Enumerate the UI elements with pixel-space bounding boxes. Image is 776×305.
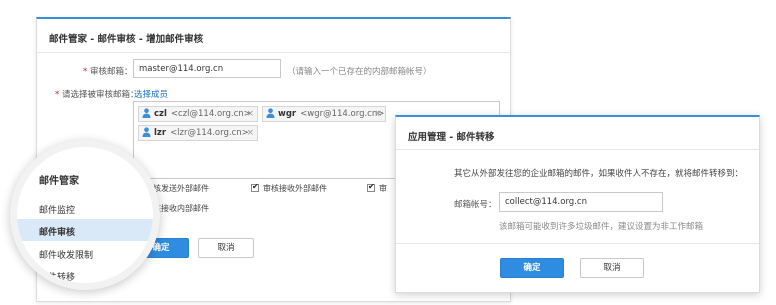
account-hint: 该邮箱可能收到许多垃圾邮件，建议设置为非工作邮箱 xyxy=(499,222,704,232)
transfer-cancel-button[interactable]: 取消 xyxy=(580,258,644,278)
auditor-email-field[interactable]: master@114.org.cn xyxy=(133,59,281,78)
checkbox-audit-partial[interactable]: 审 xyxy=(367,182,387,194)
auditor-label: 审核邮箱： xyxy=(89,67,133,77)
remove-member-icon[interactable]: × xyxy=(246,107,254,121)
cancel-button[interactable]: 取消 xyxy=(198,238,254,258)
sidebar-item-mail-audit[interactable]: 邮件审核 xyxy=(17,219,153,241)
checkbox-icon[interactable] xyxy=(367,182,375,192)
member-chip[interactable]: lzr <lzr@114.org.cn> × xyxy=(138,125,258,141)
mail-transfer-title: 应用管理 - 邮件转移 xyxy=(396,117,759,150)
members-label: 请选择被审核邮箱： xyxy=(61,90,139,100)
transfer-confirm-button[interactable]: 确定 xyxy=(500,258,564,278)
sidebar-magnifier: 邮件管家 邮件监控 邮件审核 邮件收发限制 邮件转移 xyxy=(10,140,160,290)
sidebar-item-send-receive-limit[interactable]: 邮件收发限制 xyxy=(17,242,153,264)
divider xyxy=(396,243,759,244)
remove-member-icon[interactable]: × xyxy=(374,107,382,121)
members-label-row: * 请选择被审核邮箱： xyxy=(55,90,139,100)
user-icon xyxy=(142,108,151,118)
member-chip[interactable]: czl <czl@114.org.cn> × xyxy=(138,106,258,122)
sidebar-item-mail-monitor[interactable]: 邮件监控 xyxy=(17,197,153,219)
checkbox-icon[interactable] xyxy=(251,182,259,192)
user-icon xyxy=(266,108,275,118)
account-label: 邮箱帐号： xyxy=(454,200,497,210)
checkbox-audit-receive-external[interactable]: 审核接收外部邮件 xyxy=(251,182,327,194)
transfer-description: 其它从外部发往您的企业邮箱的邮件，如果收件人不存在，就将邮件转移到： xyxy=(454,169,744,179)
sidebar-item-mail-transfer[interactable]: 邮件转移 xyxy=(17,264,153,283)
auditor-hint: （请输入一个已存在的内部邮箱帐号） xyxy=(287,67,432,77)
select-members-link[interactable]: 选择成员 xyxy=(134,88,168,100)
user-icon xyxy=(142,127,151,137)
remove-member-icon[interactable]: × xyxy=(246,126,254,140)
auditor-label-row: * 审核邮箱： xyxy=(83,67,133,77)
transfer-account-field[interactable]: collect@114.org.cn xyxy=(499,192,663,212)
mail-transfer-panel: 应用管理 - 邮件转移 其它从外部发往您的企业邮箱的邮件，如果收件人不存在，就将… xyxy=(395,115,760,293)
mail-manager-heading: 邮件管家 xyxy=(39,176,79,187)
add-audit-title: 邮件管家 - 邮件审核 - 增加邮件审核 xyxy=(37,19,510,53)
member-chip[interactable]: wgr <wgr@114.org.cn> × xyxy=(262,106,386,122)
